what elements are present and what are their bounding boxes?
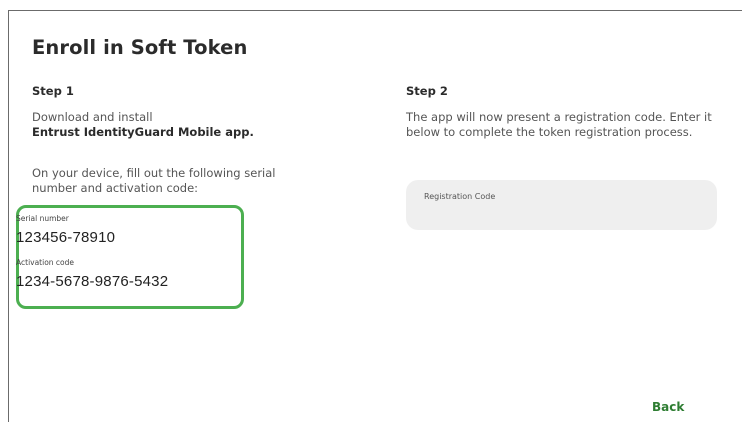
app-name: Entrust IdentityGuard Mobile app. bbox=[32, 125, 254, 139]
serial-number-label: Serial number bbox=[16, 214, 69, 223]
device-instructions: On your device, fill out the following s… bbox=[32, 166, 276, 195]
registration-code-field[interactable]: Registration Code bbox=[406, 180, 717, 230]
activation-code-value: 1234-5678-9876-5432 bbox=[16, 273, 169, 290]
page-title: Enroll in Soft Token bbox=[32, 36, 248, 59]
back-button[interactable]: Back bbox=[652, 400, 684, 414]
page: Enroll in Soft Token Step 1 Download and… bbox=[0, 0, 742, 422]
download-instruction: Download and install bbox=[32, 110, 153, 124]
registration-code-label: Registration Code bbox=[424, 192, 496, 201]
step1-heading: Step 1 bbox=[32, 84, 74, 98]
step2-heading: Step 2 bbox=[406, 84, 448, 98]
registration-instructions: The app will now present a registration … bbox=[406, 110, 712, 139]
serial-number-value: 123456-78910 bbox=[16, 229, 116, 246]
activation-code-label: Activation code bbox=[16, 258, 75, 267]
